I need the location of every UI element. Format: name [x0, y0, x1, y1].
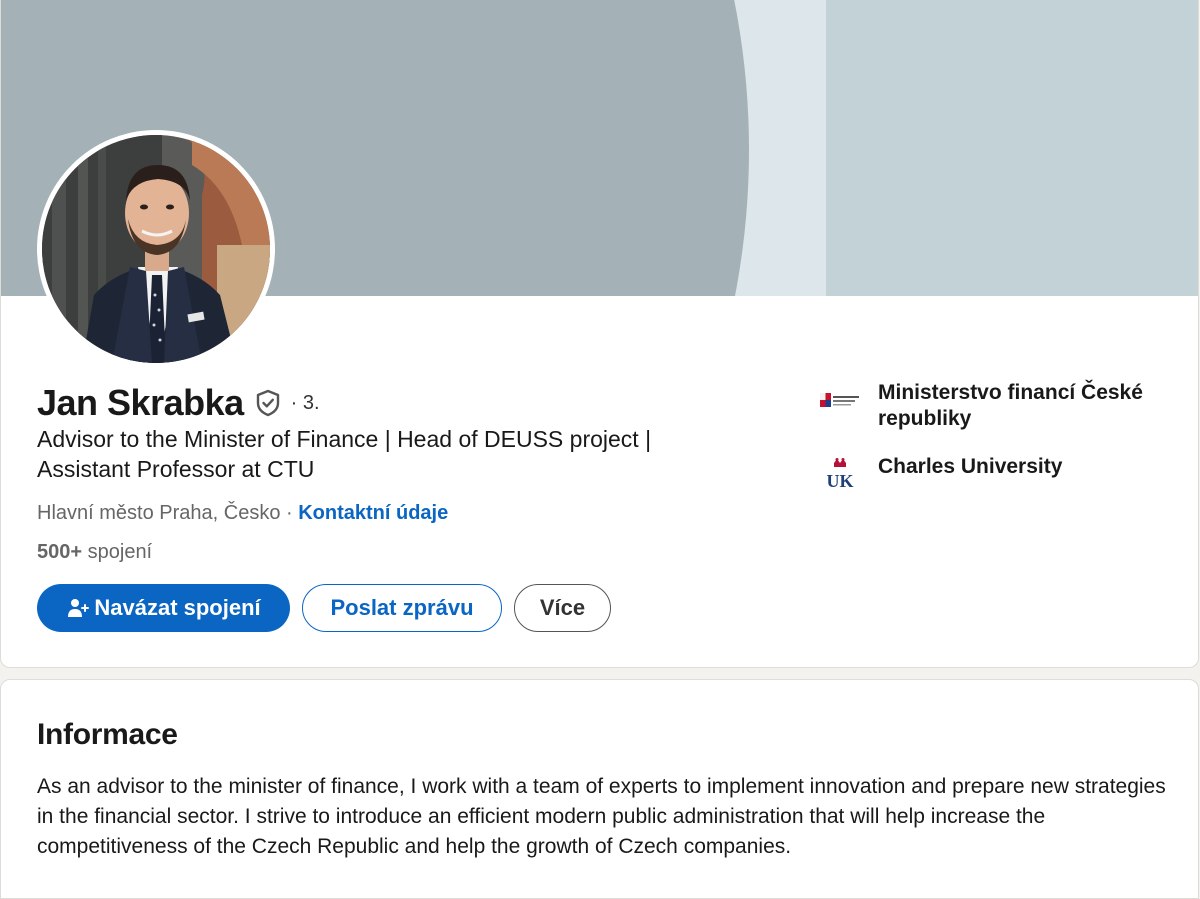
current-organizations: Ministerstvo financí České republiky UK … [819, 380, 1179, 516]
org-item-ministry[interactable]: Ministerstvo financí České republiky [819, 380, 1179, 432]
location-row: Hlavní město Praha, Česko · Kontaktní úd… [37, 502, 448, 525]
svg-text:UK: UK [827, 471, 854, 491]
profile-actions: Navázat spojení Poslat zprávu Více [37, 584, 611, 632]
verified-shield-icon[interactable] [253, 388, 283, 418]
connection-degree: · 3. [290, 391, 320, 414]
connect-button-label: Navázat spojení [94, 595, 261, 620]
add-person-icon [66, 596, 90, 620]
profile-card: Jan Skrabka · 3. Advisor to the Minister… [0, 0, 1199, 668]
message-button[interactable]: Poslat zprávu [302, 584, 502, 632]
contact-info-link[interactable]: Kontaktní údaje [298, 502, 448, 524]
message-button-label: Poslat zprávu [330, 595, 474, 620]
org-name-ministry: Ministerstvo financí České republiky [878, 381, 1143, 430]
banner-right-panel [826, 0, 1198, 296]
name-row: Jan Skrabka · 3. [37, 382, 320, 424]
more-button-label: Více [539, 595, 586, 620]
profile-name: Jan Skrabka [37, 382, 244, 423]
more-button[interactable]: Více [514, 584, 611, 632]
profile-avatar[interactable] [37, 130, 275, 368]
profile-headline: Advisor to the Minister of Finance | Hea… [37, 426, 652, 482]
connections-label: spojení [87, 541, 153, 563]
org-name-charles-university: Charles University [878, 455, 1063, 478]
connect-button[interactable]: Navázat spojení [37, 584, 290, 632]
profile-photo [42, 135, 270, 363]
connections-count[interactable]: 500+ spojení [37, 541, 152, 564]
location-separator: · [280, 502, 299, 524]
ministry-of-finance-logo [819, 380, 861, 420]
profile-location: Hlavní město Praha, Česko [37, 502, 281, 524]
connections-number: 500+ [37, 541, 83, 563]
charles-university-logo: UK [819, 454, 861, 494]
about-title: Informace [37, 718, 178, 751]
org-item-charles-university[interactable]: UK Charles University [819, 454, 1179, 494]
about-text: As an advisor to the minister of finance… [37, 775, 1166, 858]
about-section: Informace As an advisor to the minister … [0, 679, 1199, 899]
